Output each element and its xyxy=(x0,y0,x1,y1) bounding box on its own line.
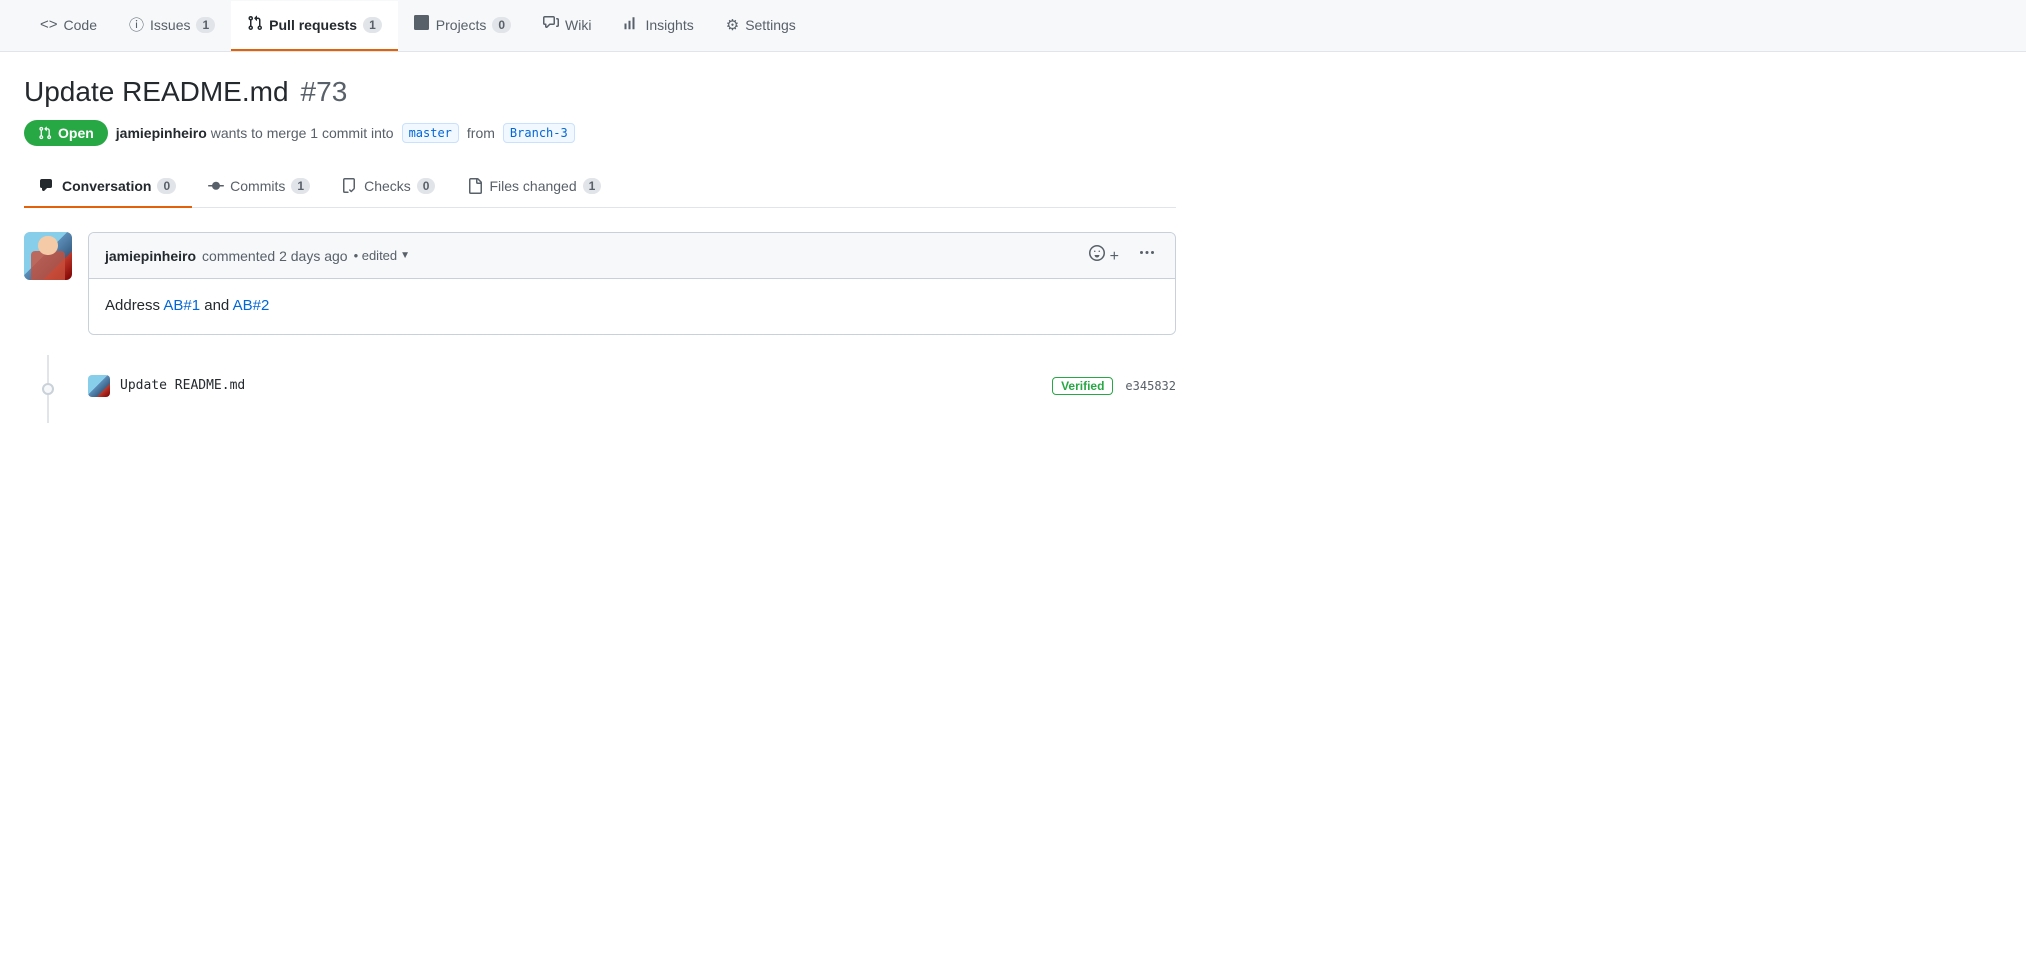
pull-requests-badge: 1 xyxy=(363,17,382,33)
commit-timeline-dot xyxy=(42,383,54,395)
avatar xyxy=(24,232,72,280)
comment-link-1[interactable]: AB#1 xyxy=(163,297,200,314)
nav-label-code: Code xyxy=(64,17,97,33)
comment-link-2[interactable]: AB#2 xyxy=(233,297,270,314)
main-content: Update README.md #73 Open jamiepinheiro … xyxy=(0,52,1200,423)
commit-timeline: Update README.md Verified e345832 xyxy=(24,355,1176,423)
pr-title-row: Update README.md #73 xyxy=(24,76,1176,108)
commit-sha: e345832 xyxy=(1125,379,1176,393)
verified-badge: Verified xyxy=(1052,377,1113,395)
nav-label-issues: Issues xyxy=(150,17,190,33)
nav-item-pull-requests[interactable]: Pull requests 1 xyxy=(231,1,398,51)
tab-conversation-label: Conversation xyxy=(62,178,151,194)
tab-conversation[interactable]: Conversation 0 xyxy=(24,166,192,208)
nav-item-wiki[interactable]: Wiki xyxy=(527,1,607,51)
comment-body: Address AB#1 and AB#2 xyxy=(89,279,1175,334)
pr-tabs: Conversation 0 Commits 1 Checks 0 Files … xyxy=(24,166,1176,208)
pr-author-name: jamiepinheiro xyxy=(116,125,207,141)
comment-body-text: Address xyxy=(105,297,163,314)
nav-item-settings[interactable]: ⚙ Settings xyxy=(710,2,812,50)
commit-right: Verified e345832 xyxy=(1052,377,1176,395)
issues-icon: ⓘ xyxy=(129,14,144,35)
tab-checks[interactable]: Checks 0 xyxy=(326,166,451,208)
edited-label: • edited xyxy=(354,248,398,263)
pr-number: #73 xyxy=(301,76,348,108)
tab-checks-badge: 0 xyxy=(417,178,436,194)
pr-title: Update README.md xyxy=(24,76,289,108)
pr-target-branch: master xyxy=(402,123,459,143)
tab-files-changed-label: Files changed xyxy=(489,178,576,194)
projects-icon xyxy=(414,15,430,35)
commit-avatar-image xyxy=(88,375,110,397)
insights-icon xyxy=(623,15,639,35)
nav-label-wiki: Wiki xyxy=(565,17,591,33)
comment-thread: jamiepinheiro commented 2 days ago • edi… xyxy=(24,232,1176,335)
nav-label-projects: Projects xyxy=(436,17,487,33)
timeline-line-bottom xyxy=(47,395,49,423)
pr-source-branch: Branch-3 xyxy=(503,123,575,143)
comment-box: jamiepinheiro commented 2 days ago • edi… xyxy=(88,232,1176,335)
pr-meta-description: wants to merge 1 commit into xyxy=(211,125,394,141)
tab-files-changed-badge: 1 xyxy=(583,178,602,194)
nav-label-settings: Settings xyxy=(745,17,796,33)
timeline-left xyxy=(24,355,72,423)
tab-commits-label: Commits xyxy=(230,178,285,194)
pr-status-badge: Open xyxy=(24,120,108,146)
settings-icon: ⚙ xyxy=(726,16,739,34)
comment-author: jamiepinheiro xyxy=(105,248,196,264)
tab-files-changed[interactable]: Files changed 1 xyxy=(451,166,617,208)
pr-status-text: Open xyxy=(58,125,94,141)
nav-label-insights: Insights xyxy=(645,17,693,33)
avatar-image xyxy=(24,232,72,280)
commit-avatar xyxy=(88,375,110,397)
timeline-line-top xyxy=(47,355,49,383)
edited-dropdown[interactable]: • edited ▼ xyxy=(354,248,411,263)
pr-from-text: from xyxy=(467,125,495,141)
more-actions-button[interactable] xyxy=(1135,243,1159,268)
tab-commits[interactable]: Commits 1 xyxy=(192,166,326,208)
pull-requests-icon xyxy=(247,15,263,35)
commit-message: Update README.md xyxy=(120,378,1042,393)
pr-meta: Open jamiepinheiro wants to merge 1 comm… xyxy=(24,120,1176,146)
chevron-down-icon: ▼ xyxy=(400,250,410,261)
add-emoji-label: + xyxy=(1110,248,1119,265)
add-reaction-button[interactable]: + xyxy=(1085,243,1123,268)
code-icon: <> xyxy=(40,16,58,33)
comment-header-right: + xyxy=(1085,243,1159,268)
comment-timestamp: commented 2 days ago xyxy=(202,248,348,264)
projects-badge: 0 xyxy=(492,17,511,33)
nav-label-pull-requests: Pull requests xyxy=(269,17,357,33)
commit-row: Update README.md Verified e345832 xyxy=(88,355,1176,397)
comment-header: jamiepinheiro commented 2 days ago • edi… xyxy=(89,233,1175,279)
wiki-icon xyxy=(543,15,559,35)
nav-item-projects[interactable]: Projects 0 xyxy=(398,1,527,51)
tab-checks-label: Checks xyxy=(364,178,411,194)
repo-nav: <> Code ⓘ Issues 1 Pull requests 1 Proje… xyxy=(0,0,2026,52)
comment-link-between: and xyxy=(200,297,233,314)
tab-commits-badge: 1 xyxy=(291,178,310,194)
issues-badge: 1 xyxy=(196,17,215,33)
nav-item-code[interactable]: <> Code xyxy=(24,2,113,49)
pr-meta-author: jamiepinheiro wants to merge 1 commit in… xyxy=(116,125,394,141)
tab-conversation-badge: 0 xyxy=(157,178,176,194)
nav-item-issues[interactable]: ⓘ Issues 1 xyxy=(113,0,231,51)
comment-header-left: jamiepinheiro commented 2 days ago • edi… xyxy=(105,248,410,264)
nav-item-insights[interactable]: Insights xyxy=(607,1,709,51)
